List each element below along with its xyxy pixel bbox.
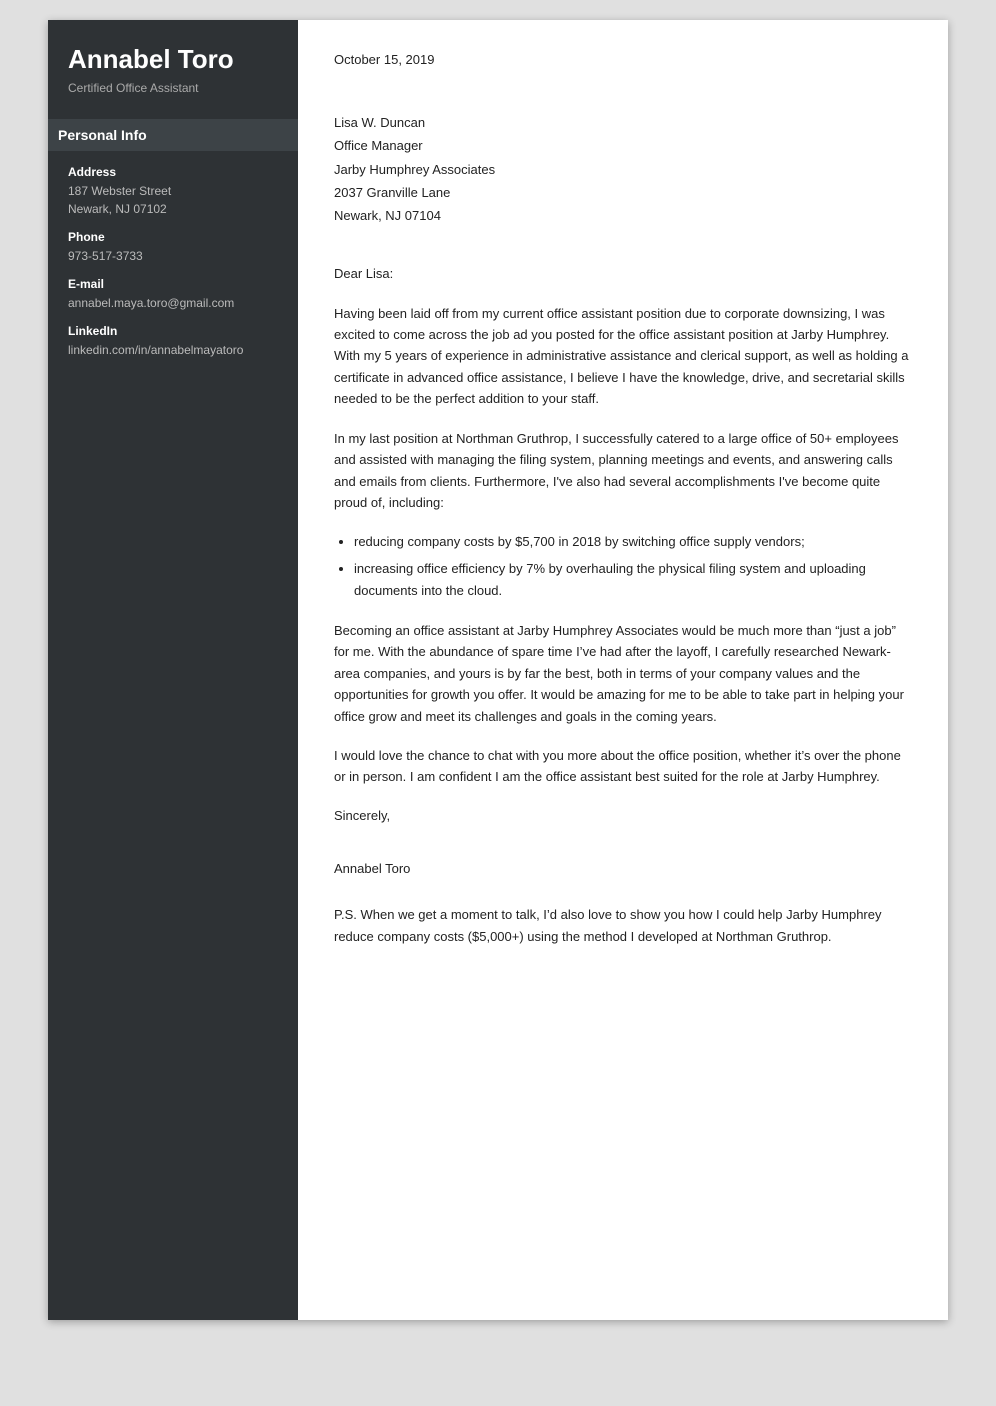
paragraph-1: Having been laid off from my current off… <box>334 303 912 410</box>
linkedin-value: linkedin.com/in/annabelmayatoro <box>68 341 278 359</box>
paragraph-2: In my last position at Northman Gruthrop… <box>334 428 912 514</box>
recipient-name: Lisa W. Duncan <box>334 111 912 134</box>
letter-date: October 15, 2019 <box>334 50 912 71</box>
recipient-company: Jarby Humphrey Associates <box>334 158 912 181</box>
salutation: Dear Lisa: <box>334 264 912 285</box>
page: Annabel Toro Certified Office Assistant … <box>48 20 948 1320</box>
applicant-name: Annabel Toro <box>68 44 278 75</box>
phone-label: Phone <box>68 230 278 244</box>
paragraph-3: Becoming an office assistant at Jarby Hu… <box>334 620 912 727</box>
bullet-item-2: increasing office efficiency by 7% by ov… <box>354 558 912 602</box>
address-label: Address <box>68 165 278 179</box>
paragraph-4: I would love the chance to chat with you… <box>334 745 912 788</box>
recipient-address2: Newark, NJ 07104 <box>334 204 912 227</box>
recipient-address1: 2037 Granville Lane <box>334 181 912 204</box>
signature: Annabel Toro <box>334 859 912 880</box>
bullet-item-1: reducing company costs by $5,700 in 2018… <box>354 531 912 553</box>
linkedin-label: LinkedIn <box>68 324 278 338</box>
main-content: October 15, 2019 Lisa W. Duncan Office M… <box>298 20 948 1320</box>
phone-value: 973-517-3733 <box>68 247 278 265</box>
personal-info-heading: Personal Info <box>48 119 298 151</box>
recipient-block: Lisa W. Duncan Office Manager Jarby Hump… <box>334 111 912 228</box>
email-value: annabel.maya.toro@gmail.com <box>68 294 278 312</box>
applicant-title: Certified Office Assistant <box>68 81 278 95</box>
ps-paragraph: P.S. When we get a moment to talk, I’d a… <box>334 904 912 947</box>
accomplishments-list: reducing company costs by $5,700 in 2018… <box>354 531 912 601</box>
address-line2: Newark, NJ 07102 <box>68 200 278 218</box>
address-line1: 187 Webster Street <box>68 182 278 200</box>
email-label: E-mail <box>68 277 278 291</box>
recipient-title: Office Manager <box>334 134 912 157</box>
closing: Sincerely, <box>334 806 912 827</box>
sidebar: Annabel Toro Certified Office Assistant … <box>48 20 298 1320</box>
